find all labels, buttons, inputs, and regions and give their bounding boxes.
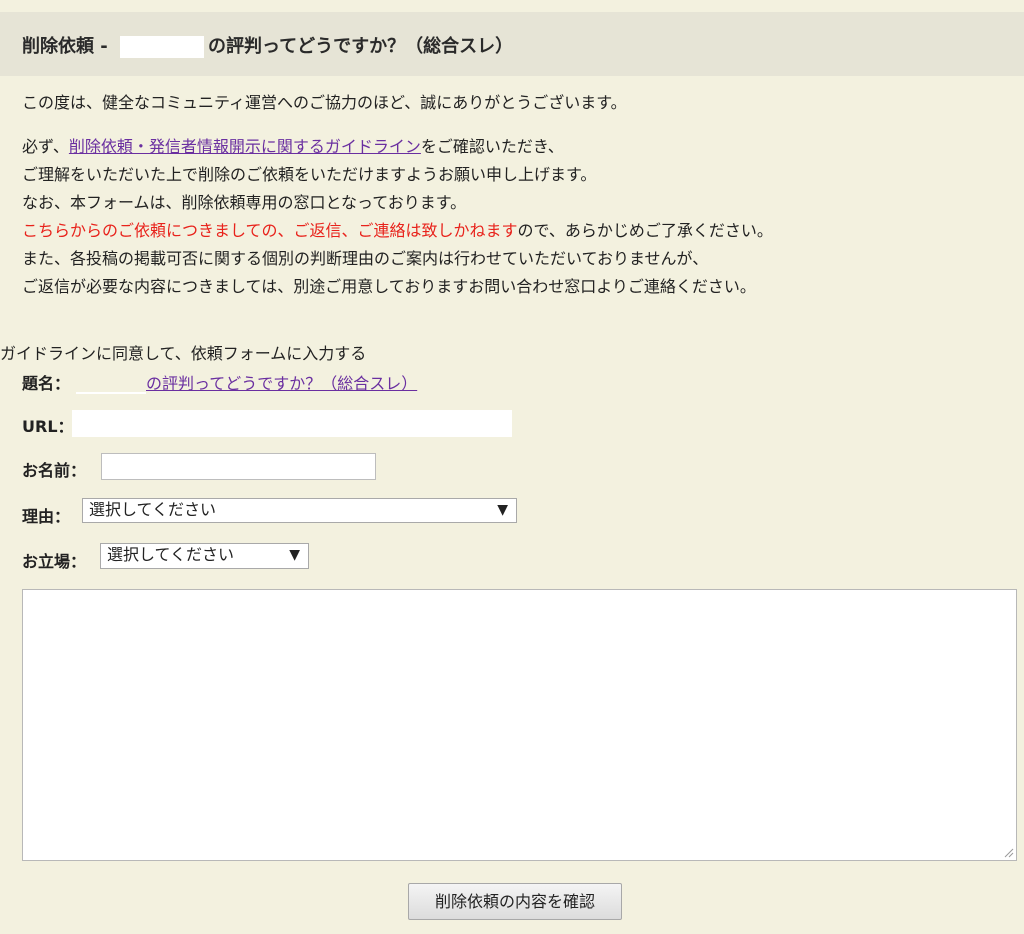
redacted-name (120, 36, 205, 58)
chevron-down-icon: ▼ (497, 502, 508, 518)
resize-grip-icon[interactable] (1002, 846, 1014, 858)
intro-line-1: この度は、健全なコミュニティ運営へのご協力のほど、誠にありがとうございます。 (22, 93, 627, 112)
reason-selected-value: 選択してください (89, 500, 217, 519)
intro-line-2-prefix: 必ず、 (22, 137, 69, 156)
subject-label: 題名： (22, 374, 71, 393)
agree-guideline-text: ガイドラインに同意して、依頼フォームに入力する (0, 344, 367, 363)
no-reply-notice: こちらからのご依頼につきましての、ご返信、ご連絡は致しかねます (22, 221, 518, 240)
intro-line-7: ご返信が必要な内容につきましては、別途ご用意しておりますお問い合わせ窓口よりご連… (22, 277, 756, 296)
reason-label: 理由： (22, 507, 71, 526)
confirm-button[interactable]: 削除依頼の内容を確認 (408, 883, 622, 920)
name-input[interactable] (101, 453, 376, 480)
position-selected-value: 選択してください (107, 545, 235, 564)
reason-select[interactable]: 選択してください ▼ (82, 498, 517, 523)
intro-line-4: なお、本フォームは、削除依頼専用の窓口となっております。 (22, 193, 467, 212)
top-strip (0, 0, 1024, 12)
url-value-redacted (72, 410, 512, 437)
intro-line-3: ご理解をいただいた上で削除のご依頼をいただけますようお願い申し上げます。 (22, 165, 597, 184)
page-header: 削除依頼 - の評判ってどうですか？（総合スレ） (0, 12, 1024, 76)
intro-line-5: こちらからのご依頼につきましての、ご返信、ご連絡は致しかねますので、あらかじめご… (22, 217, 773, 245)
intro-line-5-suffix: ので、あらかじめご了承ください。 (517, 221, 773, 240)
page-title: 削除依頼 - の評判ってどうですか？（総合スレ） (22, 32, 513, 58)
intro-line-2-suffix: をご確認いただき、 (420, 137, 564, 156)
title-suffix: の評判ってどうですか？（総合スレ） (208, 36, 514, 57)
intro-line-6: また、各投稿の掲載可否に関する個別の判断理由のご案内は行わせていただいておりませ… (22, 249, 709, 268)
subject-link[interactable]: の評判ってどうですか？（総合スレ） (76, 370, 417, 394)
redacted-subject (76, 392, 146, 394)
title-prefix: 削除依頼 - (22, 36, 108, 57)
position-label: お立場： (22, 552, 87, 571)
url-label: URL： (22, 417, 74, 436)
intro-line-2: 必ず、削除依頼・発信者情報開示に関するガイドラインをご確認いただき、 (22, 133, 564, 161)
message-textarea[interactable] (22, 589, 1017, 861)
guideline-link[interactable]: 削除依頼・発信者情報開示に関するガイドライン (69, 137, 421, 156)
name-label: お名前： (22, 461, 87, 480)
chevron-down-icon: ▼ (289, 547, 300, 563)
subject-value: の評判ってどうですか？（総合スレ） (146, 374, 418, 393)
position-select[interactable]: 選択してください ▼ (100, 543, 309, 569)
